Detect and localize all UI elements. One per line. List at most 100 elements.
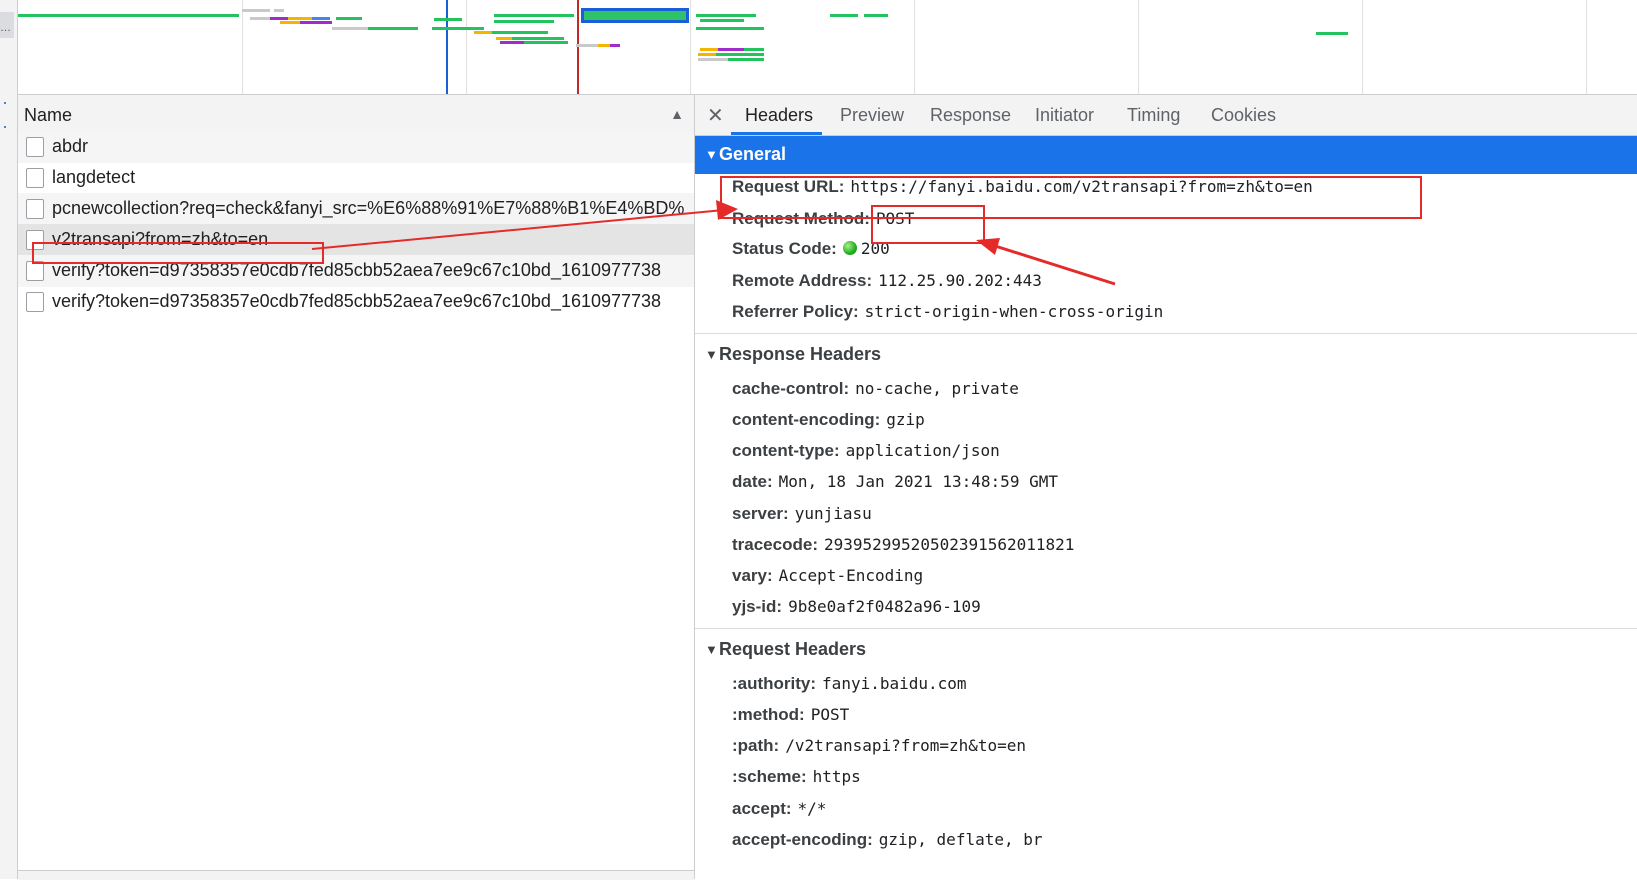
selected-request-bar[interactable] bbox=[581, 8, 689, 23]
header-value: gzip, deflate, br bbox=[878, 830, 1043, 849]
header-row-status-code: Status Code: 200 bbox=[732, 239, 890, 259]
request-row[interactable]: pcnewcollection?req=check&fanyi_src=%E6%… bbox=[18, 193, 694, 225]
header-key: :path: bbox=[732, 736, 780, 755]
request-checkbox[interactable] bbox=[26, 230, 44, 250]
header-row: vary: Accept-Encoding bbox=[732, 566, 923, 586]
active-tab-indicator bbox=[731, 132, 822, 135]
header-key: Request URL: bbox=[732, 177, 845, 196]
close-icon[interactable]: ✕ bbox=[707, 103, 724, 128]
timeline-bar bbox=[500, 41, 524, 44]
timeline-bar bbox=[830, 14, 858, 17]
timeline-gridline bbox=[1362, 0, 1363, 94]
timeline-bar bbox=[274, 9, 284, 12]
timeline-bar bbox=[598, 44, 610, 47]
tab-headers[interactable]: Headers bbox=[745, 105, 813, 126]
response-headers-section-header[interactable]: ▼ Response Headers bbox=[695, 336, 1637, 374]
header-key: accept: bbox=[732, 799, 792, 818]
header-value: gzip bbox=[886, 410, 925, 429]
triangle-down-icon: ▼ bbox=[705, 347, 718, 362]
header-row-referrer-policy: Referrer Policy: strict-origin-when-cross… bbox=[732, 302, 1163, 322]
request-checkbox[interactable] bbox=[26, 261, 44, 281]
timeline-bar bbox=[1316, 32, 1348, 35]
request-name: abdr bbox=[52, 136, 89, 156]
timeline-bar bbox=[300, 21, 332, 24]
header-value: fanyi.baidu.com bbox=[822, 674, 967, 693]
load-event-marker bbox=[577, 0, 579, 94]
timeline-bar bbox=[242, 9, 270, 12]
header-value: https bbox=[812, 767, 861, 786]
tab-preview[interactable]: Preview bbox=[840, 105, 904, 126]
details-tab-bar: ✕ Headers Preview Response Initiator Tim… bbox=[695, 95, 1637, 136]
header-row: :path: /v2transapi?from=zh&to=en bbox=[732, 736, 1026, 756]
request-name: verify?token=d97358357e0cdb7fed85cbb52ae… bbox=[52, 260, 662, 280]
header-value: 200 bbox=[860, 239, 890, 258]
header-key: vary: bbox=[732, 566, 773, 585]
header-value: Accept-Encoding bbox=[778, 566, 924, 585]
header-key: cache-control: bbox=[732, 379, 850, 398]
timeline-bar bbox=[718, 48, 744, 51]
request-headers-section-header[interactable]: ▼ Request Headers bbox=[695, 631, 1637, 669]
header-key: Remote Address: bbox=[732, 271, 873, 290]
section-title: Response Headers bbox=[719, 344, 882, 364]
timeline-bar bbox=[494, 20, 554, 23]
timeline-bar bbox=[434, 18, 462, 21]
header-key: Request Method: bbox=[732, 209, 870, 228]
tab-cookies[interactable]: Cookies bbox=[1211, 105, 1276, 126]
header-row: :method: POST bbox=[732, 705, 849, 725]
section-title: General bbox=[719, 144, 787, 164]
header-row: :authority: fanyi.baidu.com bbox=[732, 674, 967, 694]
request-checkbox[interactable] bbox=[26, 168, 44, 188]
general-section-header[interactable]: ▼ General bbox=[695, 136, 1637, 174]
sidebar-tick bbox=[4, 102, 6, 104]
timeline-gridline bbox=[1138, 0, 1139, 94]
request-checkbox[interactable] bbox=[26, 292, 44, 312]
timeline-bar bbox=[610, 44, 620, 47]
timeline-bar bbox=[336, 17, 362, 20]
request-row[interactable]: abdr bbox=[18, 131, 694, 163]
name-column-header[interactable]: Name ▲ bbox=[18, 95, 694, 136]
header-row: accept: */* bbox=[732, 799, 826, 819]
timeline-bar bbox=[368, 27, 418, 30]
header-row: date: Mon, 18 Jan 2021 13:48:59 GMT bbox=[732, 472, 1058, 492]
request-name: verify?token=d97358357e0cdb7fed85cbb52ae… bbox=[52, 291, 662, 311]
header-key: accept-encoding: bbox=[732, 830, 873, 849]
timeline-bar bbox=[494, 14, 574, 17]
sidebar-tick bbox=[4, 126, 6, 128]
header-row: content-encoding: gzip bbox=[732, 410, 925, 430]
tab-response[interactable]: Response bbox=[930, 105, 1011, 126]
timeline-gridline bbox=[1586, 0, 1587, 94]
header-key: yjs-id: bbox=[732, 597, 783, 616]
timeline-bar bbox=[288, 17, 312, 20]
left-sidebar-strip: … bbox=[0, 0, 18, 879]
request-row[interactable]: langdetect bbox=[18, 162, 694, 194]
more-icon[interactable]: … bbox=[0, 22, 11, 34]
tab-timing[interactable]: Timing bbox=[1127, 105, 1180, 126]
header-value: Mon, 18 Jan 2021 13:48:59 GMT bbox=[778, 472, 1058, 491]
header-value: /v2transapi?from=zh&to=en bbox=[785, 736, 1027, 755]
timeline-bar bbox=[700, 48, 718, 51]
name-column-label: Name bbox=[24, 105, 73, 125]
timeline-gridline bbox=[466, 0, 467, 94]
request-checkbox[interactable] bbox=[26, 137, 44, 157]
timeline-bar bbox=[492, 31, 548, 34]
timeline-bar bbox=[512, 37, 564, 40]
header-key: tracecode: bbox=[732, 535, 818, 554]
request-row[interactable]: verify?token=d97358357e0cdb7fed85cbb52ae… bbox=[18, 255, 694, 287]
timeline-bar bbox=[270, 17, 288, 20]
request-row[interactable]: verify?token=d97358357e0cdb7fed85cbb52ae… bbox=[18, 286, 694, 318]
timeline-gridline bbox=[242, 0, 243, 94]
request-checkbox[interactable] bbox=[26, 199, 44, 219]
header-key: server: bbox=[732, 504, 789, 523]
timeline-bar bbox=[698, 58, 728, 61]
network-overview-timeline[interactable] bbox=[18, 0, 1637, 95]
section-divider bbox=[695, 628, 1637, 629]
triangle-up-icon[interactable]: ▲ bbox=[670, 106, 684, 122]
request-row-selected[interactable]: v2transapi?from=zh&to=en bbox=[18, 224, 694, 256]
timeline-bar bbox=[496, 37, 512, 40]
header-row-remote-address: Remote Address: 112.25.90.202:443 bbox=[732, 271, 1042, 291]
header-row: content-type: application/json bbox=[732, 441, 1000, 461]
tab-initiator[interactable]: Initiator bbox=[1035, 105, 1094, 126]
header-row-request-url: Request URL: https://fanyi.baidu.com/v2tr… bbox=[732, 177, 1313, 197]
timeline-bar bbox=[696, 27, 764, 30]
timeline-bar bbox=[728, 58, 764, 61]
